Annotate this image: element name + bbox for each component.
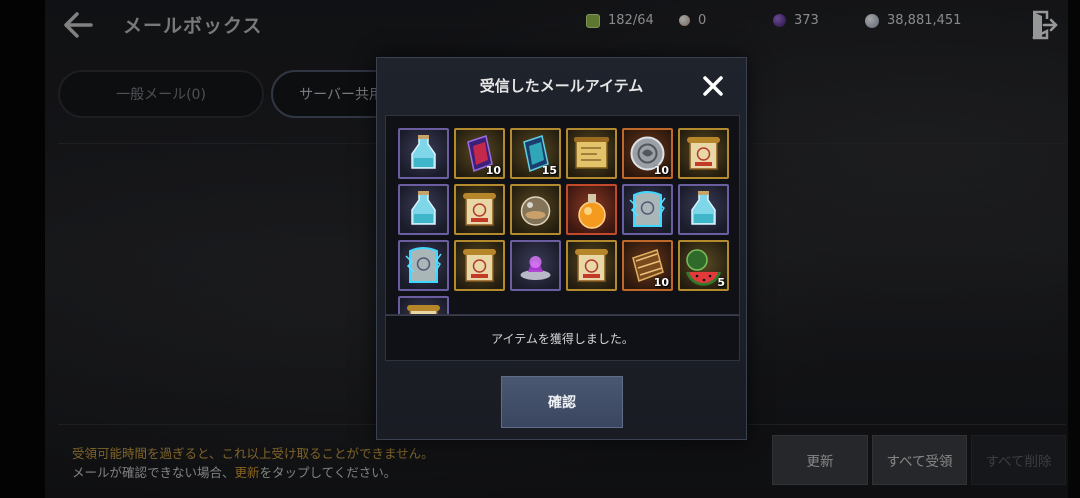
item-slot[interactable] bbox=[566, 240, 617, 291]
item-slot[interactable] bbox=[622, 184, 673, 235]
item-slot[interactable]: 10 bbox=[622, 240, 673, 291]
tablet-lightning-icon bbox=[629, 191, 666, 227]
bowl-purple-icon bbox=[520, 256, 551, 280]
item-slot[interactable] bbox=[510, 184, 561, 235]
item-slot[interactable] bbox=[398, 128, 449, 179]
close-icon[interactable] bbox=[702, 75, 724, 97]
potion-orange-icon bbox=[578, 194, 606, 229]
item-count: 10 bbox=[485, 164, 501, 177]
item-slot[interactable] bbox=[454, 184, 505, 235]
item-count: 5 bbox=[717, 276, 725, 289]
item-grid: 10 15 10 10 5 bbox=[385, 115, 740, 315]
orb-clear-icon bbox=[520, 196, 551, 226]
item-slot[interactable] bbox=[398, 240, 449, 291]
item-slot[interactable]: 10 bbox=[454, 128, 505, 179]
item-slot[interactable] bbox=[678, 184, 729, 235]
scroll-red-icon bbox=[575, 249, 608, 282]
scroll-red-icon bbox=[687, 137, 720, 170]
item-slot[interactable] bbox=[398, 184, 449, 235]
item-count: 15 bbox=[541, 164, 557, 177]
item-count: 10 bbox=[653, 276, 669, 289]
item-count: 10 bbox=[653, 164, 669, 177]
item-slot[interactable] bbox=[566, 128, 617, 179]
item-slot[interactable]: 15 bbox=[510, 128, 561, 179]
potion-blue-icon bbox=[411, 135, 436, 169]
item-slot[interactable] bbox=[566, 184, 617, 235]
item-slot[interactable] bbox=[398, 296, 449, 314]
acquired-message: アイテムを獲得しました。 bbox=[385, 315, 740, 361]
item-slot[interactable] bbox=[454, 240, 505, 291]
scroll-red-icon bbox=[463, 249, 496, 282]
scroll-red-icon bbox=[407, 305, 440, 314]
item-slot[interactable]: 10 bbox=[622, 128, 673, 179]
item-slot[interactable]: 5 bbox=[678, 240, 729, 291]
dialog-title: 受信したメールアイテム bbox=[479, 77, 644, 95]
tablet-lightning-icon bbox=[405, 247, 442, 283]
confirm-button[interactable]: 確認 bbox=[501, 376, 623, 428]
potion-blue-icon bbox=[411, 191, 436, 225]
item-slot[interactable] bbox=[678, 128, 729, 179]
item-slot[interactable] bbox=[510, 240, 561, 291]
received-items-dialog: 受信したメールアイテム 10 15 10 10 5 アイテムを獲得しました。 確認 bbox=[376, 57, 747, 440]
scroll-map-icon bbox=[574, 137, 609, 169]
potion-blue-icon bbox=[691, 191, 716, 225]
game-background: メールボックス 182/64 0 373 38,881,451 一般メール(0)… bbox=[0, 0, 1080, 498]
scroll-red-icon bbox=[463, 193, 496, 226]
